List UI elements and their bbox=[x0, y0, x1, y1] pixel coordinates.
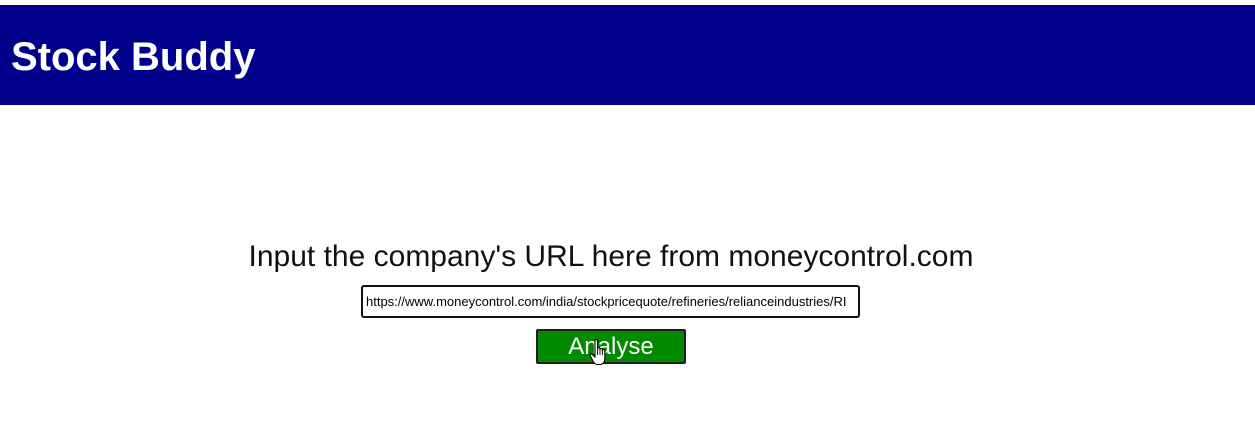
app-title: Stock Buddy bbox=[11, 35, 256, 79]
analyse-button[interactable]: Analyse bbox=[536, 329, 686, 364]
url-prompt-label: Input the company's URL here from moneyc… bbox=[248, 240, 974, 273]
company-url-input[interactable] bbox=[361, 285, 860, 318]
page: Stock Buddy Input the company's URL here… bbox=[0, 0, 1255, 446]
header-bar: Stock Buddy bbox=[0, 5, 1255, 105]
